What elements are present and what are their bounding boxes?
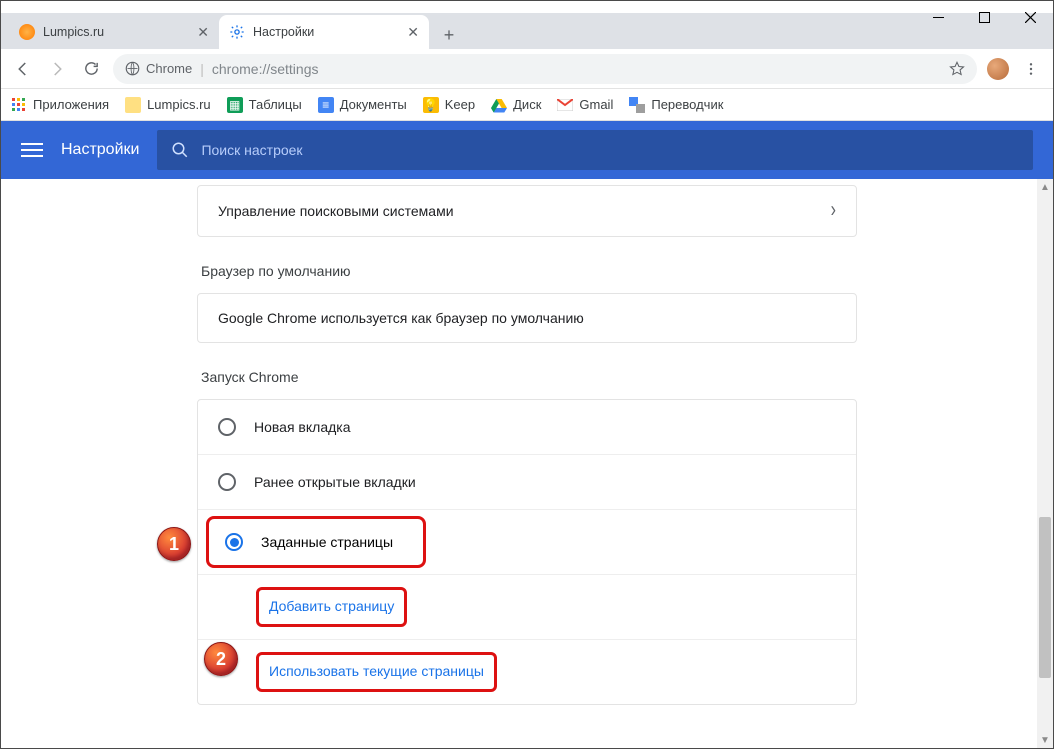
radio-icon: [218, 418, 236, 436]
annotation-highlight-2a: Добавить страницу: [256, 587, 407, 627]
scroll-track[interactable]: [1037, 195, 1053, 732]
settings-search-input[interactable]: [201, 142, 1019, 158]
annotation-highlight-1: 1 Заданные страницы: [206, 516, 426, 568]
bookmark-label: Переводчик: [651, 97, 723, 112]
bookmark-sheets[interactable]: ▦ Таблицы: [227, 97, 302, 113]
startup-use-current-row: 2 Использовать текущие страницы: [198, 640, 856, 704]
search-engines-card: Управление поисковыми системами: [197, 185, 857, 237]
gmail-icon: [557, 97, 573, 113]
add-page-button[interactable]: Добавить страницу: [269, 598, 394, 614]
nav-toolbar: Chrome | chrome://settings: [1, 49, 1053, 89]
bookmark-docs[interactable]: ≡ Документы: [318, 97, 407, 113]
translate-icon: [629, 97, 645, 113]
omnibox-url: chrome://settings: [212, 61, 319, 77]
forward-button[interactable]: [45, 57, 69, 81]
startup-option-new-tab[interactable]: Новая вкладка: [198, 400, 856, 454]
tab-close-icon[interactable]: ✕: [407, 24, 419, 41]
drive-icon: [491, 97, 507, 113]
docs-icon: ≡: [318, 97, 334, 113]
tab-lumpics[interactable]: Lumpics.ru ✕: [9, 15, 219, 49]
close-button[interactable]: [1007, 1, 1053, 33]
new-tab-button[interactable]: +: [435, 21, 463, 49]
bookmark-label: Приложения: [33, 97, 109, 112]
bookmark-label: Gmail: [579, 97, 613, 112]
search-icon: [171, 141, 189, 159]
apps-grid-icon: [11, 97, 27, 113]
bookmarks-bar: Приложения Lumpics.ru ▦ Таблицы ≡ Докуме…: [1, 89, 1053, 121]
scroll-down-arrow-icon[interactable]: ▼: [1037, 732, 1053, 748]
tab-close-icon[interactable]: ✕: [197, 24, 209, 41]
bookmark-drive[interactable]: Диск: [491, 97, 541, 113]
title-bar: [1, 1, 1053, 13]
tab-title: Настройки: [253, 25, 399, 39]
section-title-default-browser: Браузер по умолчанию: [197, 237, 857, 293]
annotation-marker-1: 1: [157, 527, 191, 561]
gear-icon: [229, 24, 245, 40]
radio-label: Заданные страницы: [261, 534, 393, 550]
scroll-thumb[interactable]: [1039, 517, 1051, 678]
default-browser-card: Google Chrome используется как браузер п…: [197, 293, 857, 343]
radio-icon: [218, 473, 236, 491]
address-bar[interactable]: Chrome | chrome://settings: [113, 54, 977, 84]
browser-window: Lumpics.ru ✕ Настройки ✕ + Chrome |: [0, 0, 1054, 749]
sheets-icon: ▦: [227, 97, 243, 113]
bookmark-label: Таблицы: [249, 97, 302, 112]
minimize-button[interactable]: [915, 1, 961, 33]
site-info-icon[interactable]: Chrome: [125, 61, 192, 76]
settings-search-bar[interactable]: [157, 130, 1033, 170]
bookmark-label: Диск: [513, 97, 541, 112]
tab-settings[interactable]: Настройки ✕: [219, 15, 429, 49]
startup-option-restore[interactable]: Ранее открытые вкладки: [198, 455, 856, 509]
reload-button[interactable]: [79, 57, 103, 81]
manage-search-engines-row[interactable]: Управление поисковыми системами: [198, 186, 856, 236]
back-button[interactable]: [11, 57, 35, 81]
radio-label: Новая вкладка: [254, 419, 351, 435]
maximize-button[interactable]: [961, 1, 1007, 33]
bookmark-lumpics[interactable]: Lumpics.ru: [125, 97, 211, 113]
annotation-marker-2: 2: [204, 642, 238, 676]
bookmark-keep[interactable]: 💡 Keep: [423, 97, 475, 113]
vertical-scrollbar[interactable]: ▲ ▼: [1037, 179, 1053, 748]
profile-avatar[interactable]: [987, 58, 1009, 80]
startup-add-page-row: Добавить страницу: [198, 575, 856, 639]
scroll-up-arrow-icon[interactable]: ▲: [1037, 179, 1053, 195]
settings-content: Управление поисковыми системами Браузер …: [1, 179, 1053, 748]
favicon-icon: [19, 24, 35, 40]
kebab-menu-button[interactable]: [1019, 57, 1043, 81]
hamburger-menu-button[interactable]: [21, 139, 43, 161]
settings-page: Управление поисковыми системами Браузер …: [1, 179, 1053, 748]
keep-icon: 💡: [423, 97, 439, 113]
bookmark-gmail[interactable]: Gmail: [557, 97, 613, 113]
radio-label: Ранее открытые вкладки: [254, 474, 416, 490]
omnibox-label: Chrome: [146, 61, 192, 76]
bookmark-label: Документы: [340, 97, 407, 112]
bookmark-star-icon[interactable]: [949, 61, 965, 77]
use-current-pages-button[interactable]: Использовать текущие страницы: [269, 663, 484, 679]
bookmark-translate[interactable]: Переводчик: [629, 97, 723, 113]
settings-title: Настройки: [61, 141, 139, 159]
default-browser-status: Google Chrome используется как браузер п…: [198, 294, 856, 342]
bookmark-apps[interactable]: Приложения: [11, 97, 109, 113]
radio-icon: [225, 533, 243, 551]
startup-card: Новая вкладка Ранее открытые вкладки 1 З…: [197, 399, 857, 705]
bookmark-label: Keep: [445, 97, 475, 112]
tab-strip: Lumpics.ru ✕ Настройки ✕ +: [1, 13, 1053, 49]
window-controls: [915, 1, 1053, 33]
folder-icon: [125, 97, 141, 113]
settings-header: Настройки: [1, 121, 1053, 179]
annotation-highlight-2b: Использовать текущие страницы: [256, 652, 497, 692]
tab-title: Lumpics.ru: [43, 25, 189, 39]
section-title-startup: Запуск Chrome: [197, 343, 857, 399]
bookmark-label: Lumpics.ru: [147, 97, 211, 112]
